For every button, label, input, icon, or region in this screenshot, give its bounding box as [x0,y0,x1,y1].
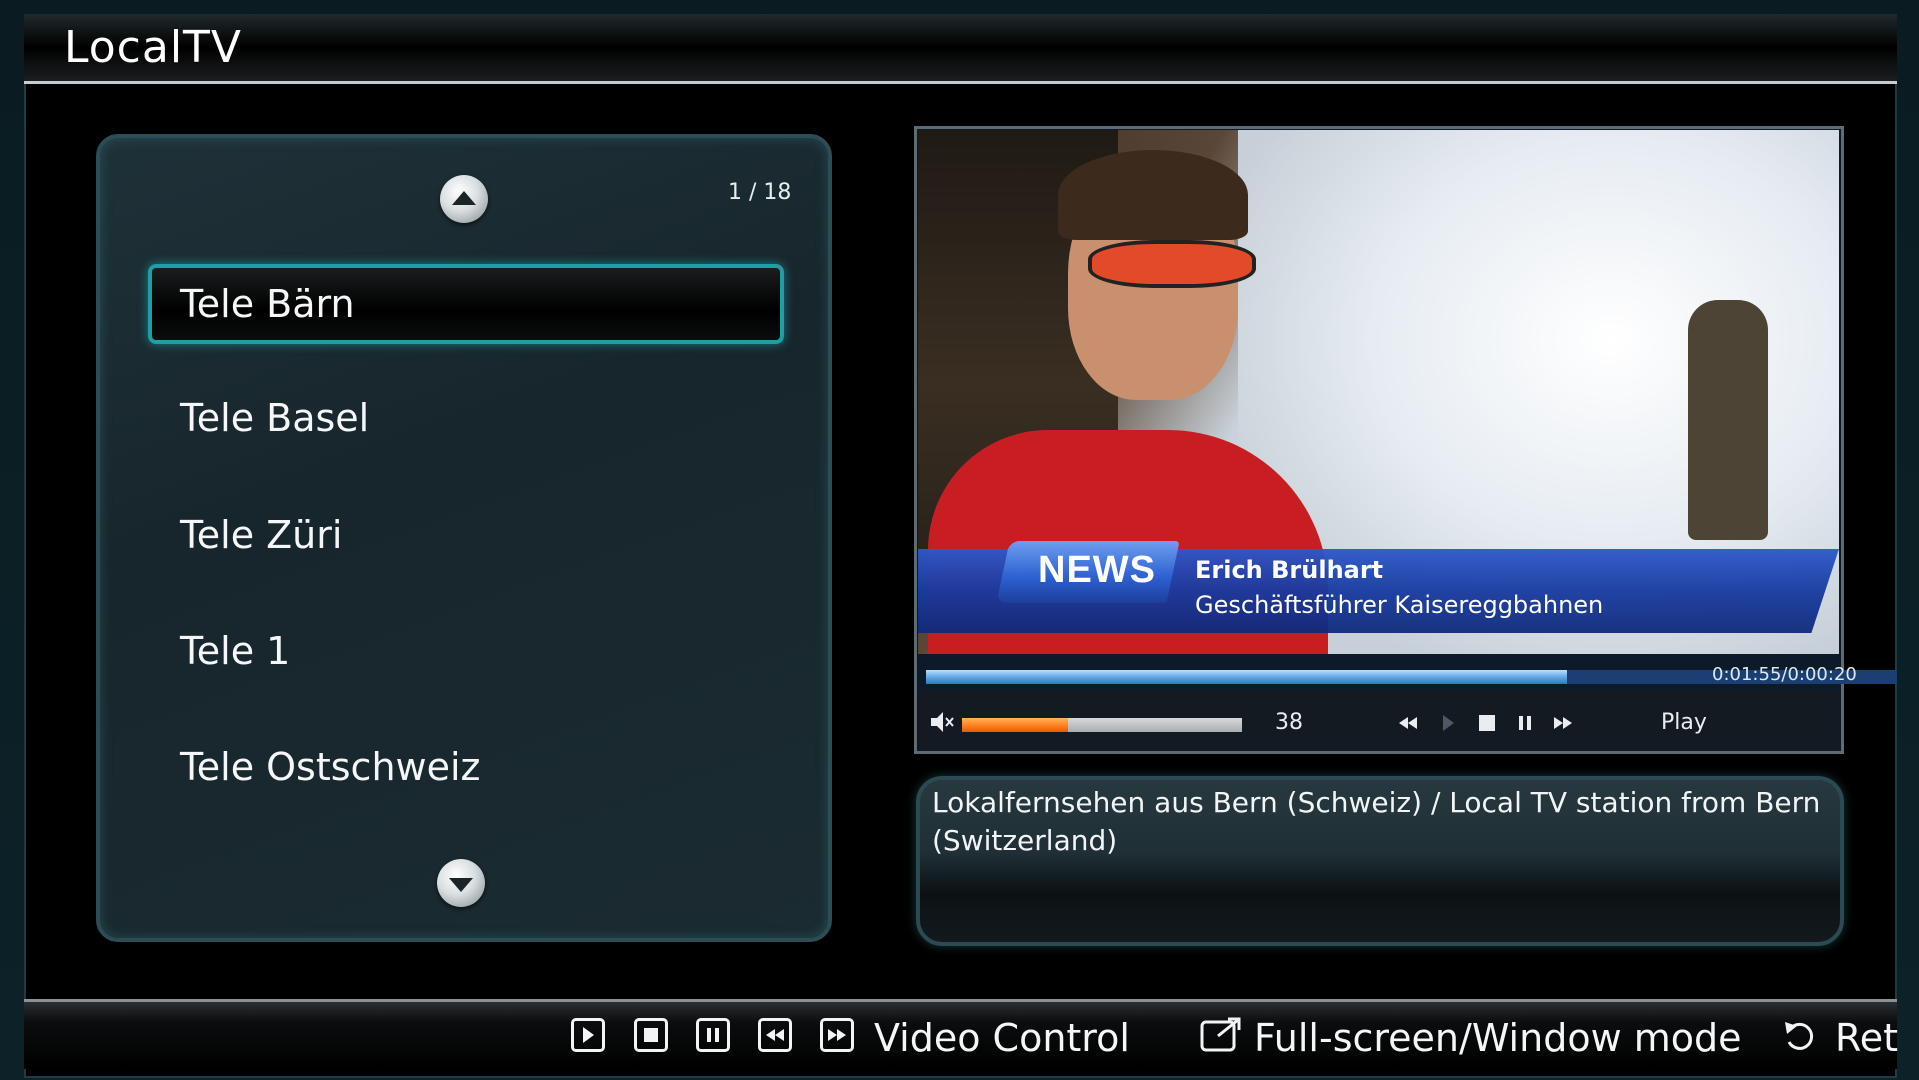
channel-label: Tele 1 [180,629,291,673]
channel-item-tele-zueri[interactable]: Tele Züri [148,495,784,575]
return-label: Ret [1835,1016,1898,1060]
remote-stop-key [634,1018,668,1052]
pause-button[interactable] [1511,709,1539,737]
app-title: LocalTV [64,22,243,73]
fast-forward-icon [828,1029,846,1041]
fast-forward-button[interactable] [1549,709,1577,737]
stop-button[interactable] [1473,709,1501,737]
playback-status: Play [1661,710,1707,735]
video-control-label: Video Control [874,1016,1130,1060]
remote-fast-forward-key [820,1018,854,1052]
volume-value: 38 [1275,710,1303,735]
play-button[interactable] [1434,709,1462,737]
stop-icon [644,1028,658,1042]
rewind-button[interactable] [1394,709,1422,737]
channel-label: Tele Basel [180,396,370,440]
rewind-icon [1399,717,1417,729]
volume-mute-icon[interactable] [928,709,954,735]
channel-label: Tele Bärn [180,282,355,326]
remote-rewind-key [758,1018,792,1052]
page-indicator: 1 / 18 [728,180,792,205]
news-tag-text: NEWS [1038,549,1156,591]
rewind-icon [766,1029,784,1041]
news-person-name: Erich Brülhart [1195,556,1384,584]
channel-description: Lokalfernsehen aus Bern (Schweiz) / Loca… [932,786,1821,857]
fullscreen-toggle-icon [1200,1017,1241,1052]
channel-label: Tele Züri [180,513,343,557]
stop-icon [1479,715,1495,731]
play-icon [1443,715,1454,731]
channel-item-tele-1[interactable]: Tele 1 [148,611,784,691]
channel-item-tele-basel[interactable]: Tele Basel [148,378,784,458]
channel-item-tele-ostschweiz[interactable]: Tele Ostschweiz [148,727,784,807]
progress-time: 0:01:55/0:00:20 [1712,664,1857,685]
volume-slider-fill [962,718,1068,732]
remote-play-key [571,1018,605,1052]
news-person-role: Geschäftsführer Kaisereggbahnen [1195,591,1604,619]
fullscreen-mode-label: Full-screen/Window mode [1254,1016,1742,1060]
tv-screen: LocalTV 1 / 18 Tele Bärn Tele Basel Tele… [0,0,1919,1080]
pause-icon [707,1028,719,1042]
title-bar [24,14,1897,84]
remote-pause-key [696,1018,730,1052]
chevron-down-icon [449,877,473,892]
progress-bar-fill [926,670,1567,684]
channel-label: Tele Ostschweiz [180,745,481,789]
channel-item-tele-baern[interactable]: Tele Bärn [148,264,784,344]
scroll-down-button[interactable] [437,859,485,907]
play-icon [583,1027,594,1043]
scroll-up-button[interactable] [440,175,488,223]
chevron-up-icon [452,190,476,205]
return-icon [1785,1022,1814,1050]
pause-icon [1519,716,1531,730]
fast-forward-icon [1554,717,1572,729]
